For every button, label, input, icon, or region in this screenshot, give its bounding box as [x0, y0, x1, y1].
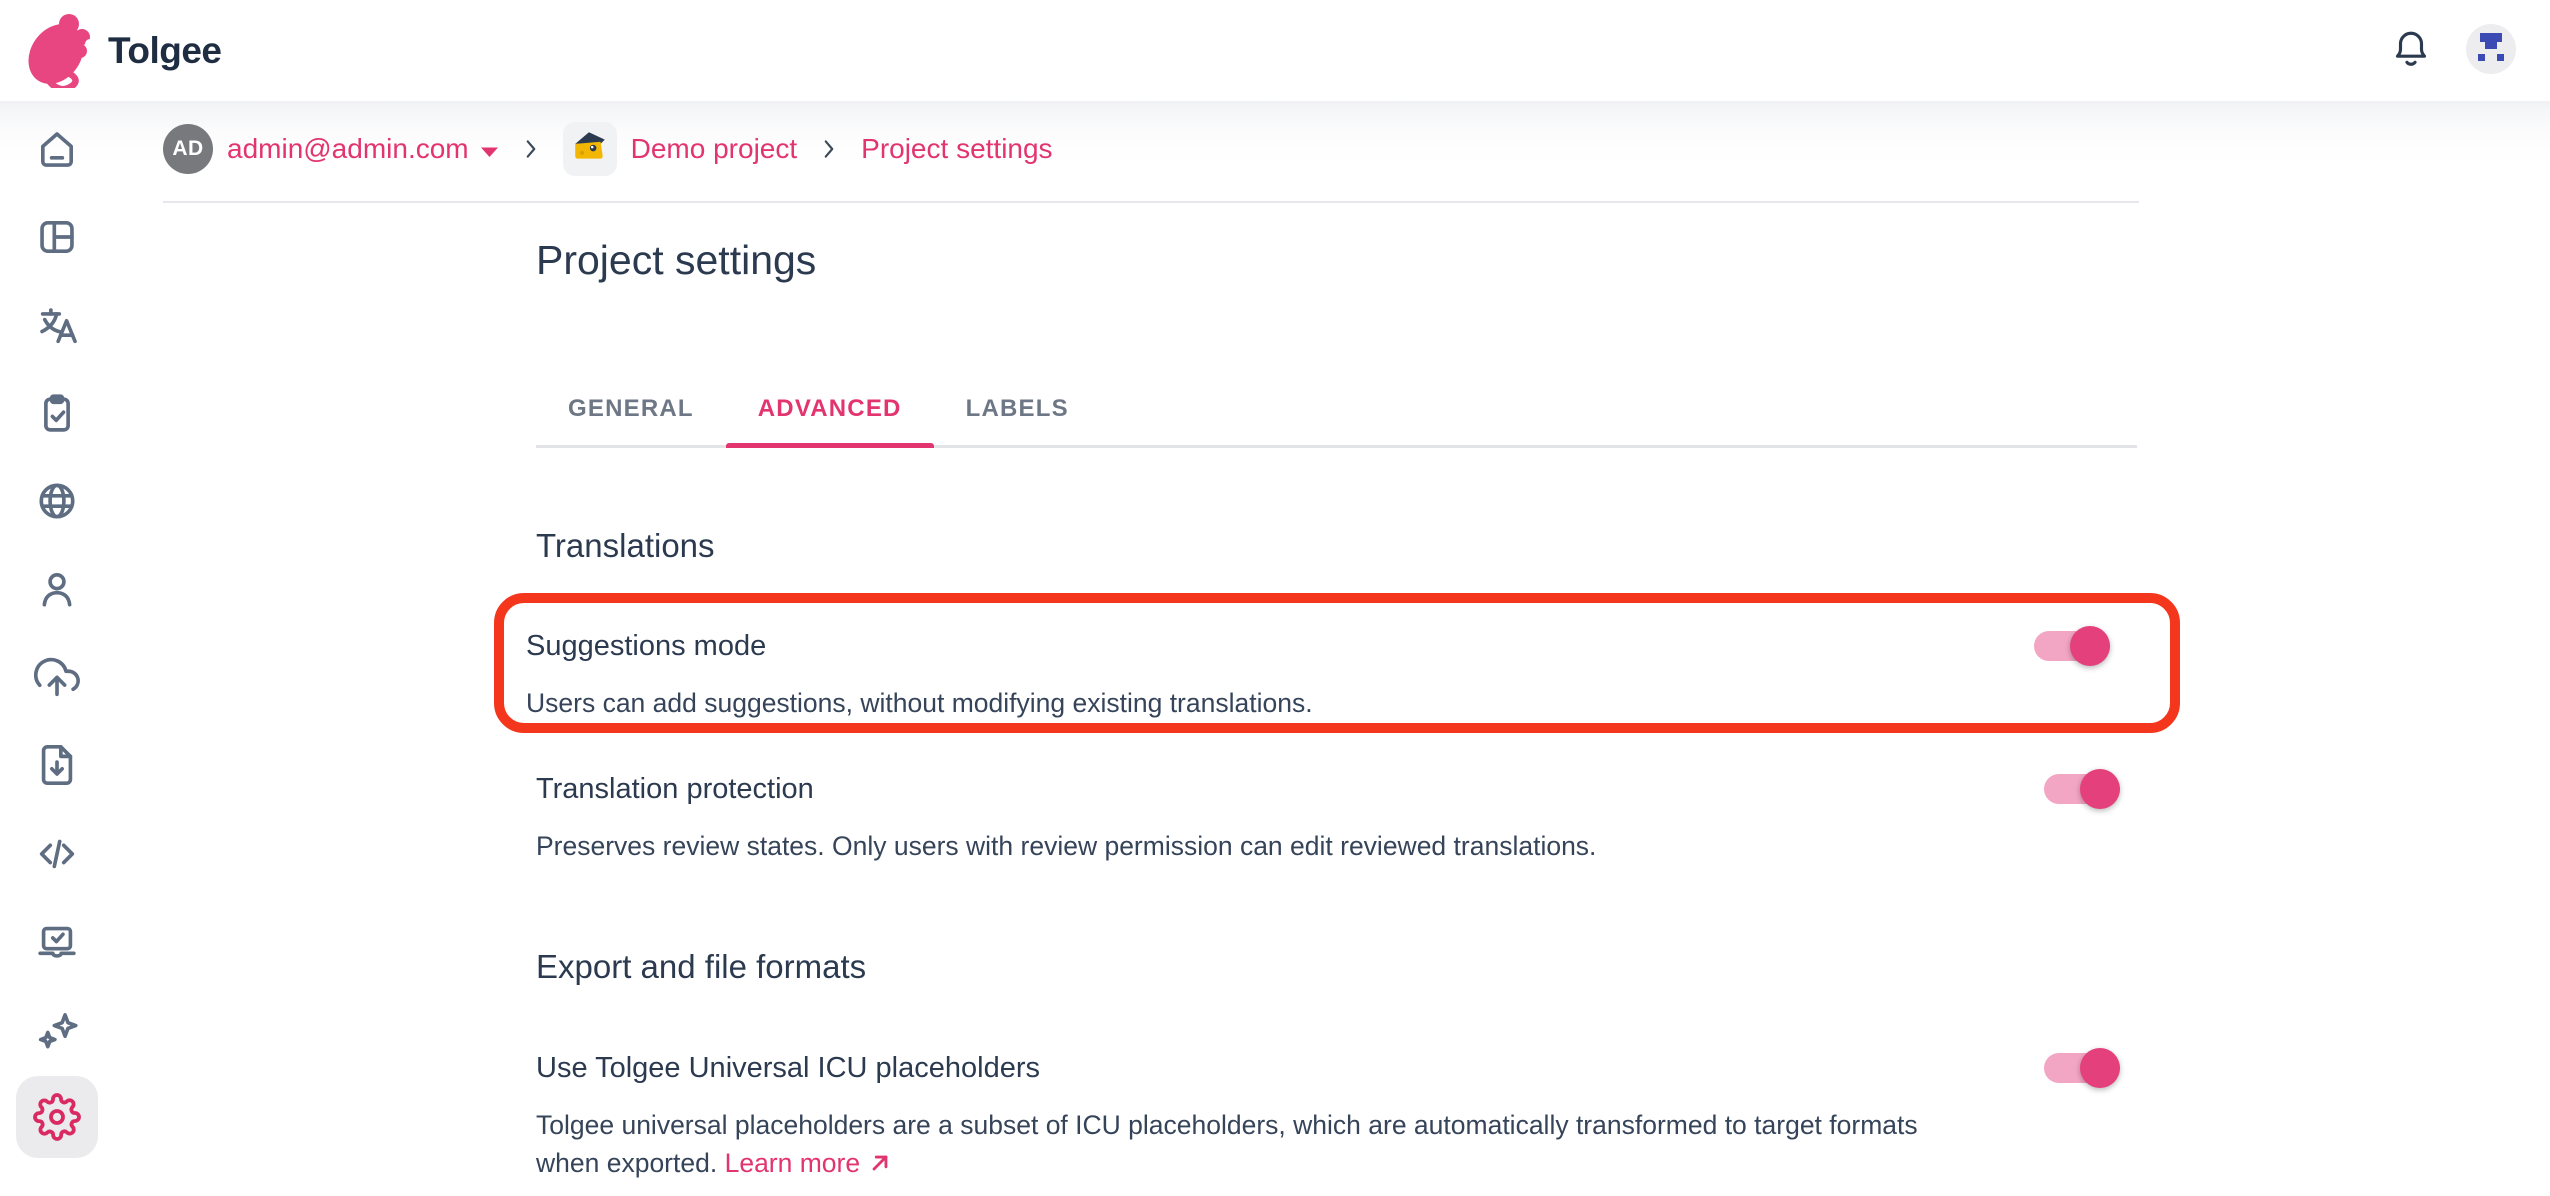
switch-knob [2070, 626, 2110, 666]
tolgee-mouse-icon [22, 8, 92, 93]
sidebar-item-integrate[interactable] [0, 809, 114, 897]
notifications-button[interactable] [2386, 23, 2436, 78]
switch-knob [2080, 769, 2120, 809]
sparkles-icon [16, 988, 98, 1070]
file-download-icon [16, 724, 98, 806]
laptop-check-icon [16, 900, 98, 982]
home-icon [16, 108, 98, 190]
sidebar-item-home[interactable] [0, 105, 114, 193]
project-avatar [563, 122, 617, 176]
switch-cell [2034, 626, 2110, 666]
section-heading-export: Export and file formats [536, 945, 2137, 989]
sidebar-item-export[interactable] [0, 721, 114, 809]
sidebar-item-languages[interactable] [0, 457, 114, 545]
globe-icon [16, 460, 98, 542]
gear-icon [16, 1076, 98, 1158]
breadcrumb-account[interactable]: admin@admin.com [227, 133, 499, 165]
sidebar-item-settings[interactable] [0, 1073, 114, 1161]
tabs: GENERAL ADVANCED LABELS [536, 373, 2137, 448]
setting-suggestions-mode: Suggestions mode Users can add suggestio… [526, 626, 2110, 722]
sidebar-item-developer[interactable] [0, 897, 114, 985]
switch-cell [2044, 769, 2120, 809]
annotation-highlight: Suggestions mode Users can add suggestio… [494, 593, 2180, 733]
sidebar-item-tasks[interactable] [0, 369, 114, 457]
translate-icon [16, 284, 98, 366]
setting-text: Translation protection Preserves review … [536, 769, 1596, 865]
main-area: AD admin@admin.com [114, 101, 2550, 1182]
setting-icu-placeholders: Use Tolgee Universal ICU placeholders To… [536, 1048, 2120, 1182]
setting-description: Preserves review states. Only users with… [536, 827, 1596, 865]
sidebar [0, 101, 114, 1196]
logo[interactable]: Tolgee [22, 8, 222, 93]
setting-label: Use Tolgee Universal ICU placeholders [536, 1048, 1986, 1088]
sidebar-item-import[interactable] [0, 633, 114, 721]
bell-icon [2390, 27, 2432, 74]
sidebar-item-dashboard[interactable] [0, 193, 114, 281]
sidebar-item-translations[interactable] [0, 281, 114, 369]
user-icon [16, 548, 98, 630]
tasks-icon [16, 372, 98, 454]
setting-description: Users can add suggestions, without modif… [526, 684, 1313, 722]
sidebar-item-ai[interactable] [0, 985, 114, 1073]
icu-placeholders-toggle[interactable] [2044, 1048, 2120, 1088]
translation-protection-toggle[interactable] [2044, 769, 2120, 809]
section-heading-translations: Translations [536, 524, 2137, 568]
setting-text: Use Tolgee Universal ICU placeholders To… [536, 1048, 1986, 1182]
setting-translation-protection: Translation protection Preserves review … [536, 769, 2120, 865]
learn-more-link[interactable]: Learn more [725, 1148, 894, 1178]
cheese-icon [571, 128, 609, 171]
breadcrumb-account-label: admin@admin.com [227, 133, 469, 165]
code-icon [16, 812, 98, 894]
cloud-upload-icon [16, 636, 98, 718]
caret-down-icon [480, 133, 499, 165]
suggestions-mode-toggle[interactable] [2034, 626, 2110, 666]
settings-content: Project settings GENERAL ADVANCED LABELS… [536, 231, 2137, 1182]
setting-description: Tolgee universal placeholders are a subs… [536, 1106, 1986, 1182]
identicon-avatar-icon [2466, 24, 2516, 77]
chevron-right-icon [518, 136, 544, 162]
breadcrumb: AD admin@admin.com [163, 123, 2550, 175]
sidebar-item-members[interactable] [0, 545, 114, 633]
switch-knob [2080, 1048, 2120, 1088]
setting-text: Suggestions mode Users can add suggestio… [526, 626, 1313, 722]
breadcrumb-page[interactable]: Project settings [861, 133, 1052, 165]
tab-general[interactable]: GENERAL [536, 373, 726, 445]
dashboard-icon [16, 196, 98, 278]
logo-text: Tolgee [108, 30, 222, 72]
setting-label: Suggestions mode [526, 626, 1313, 666]
tab-advanced[interactable]: ADVANCED [726, 373, 934, 445]
chevron-right-icon [816, 136, 842, 162]
top-actions [2386, 20, 2520, 81]
top-bar: Tolgee [0, 0, 2550, 101]
tab-labels[interactable]: LABELS [934, 373, 1101, 445]
switch-cell [2044, 1048, 2120, 1088]
account-avatar: AD [163, 124, 213, 174]
breadcrumb-project[interactable]: Demo project [631, 133, 798, 165]
page-title: Project settings [536, 231, 2137, 289]
user-menu-button[interactable] [2462, 20, 2520, 81]
external-link-arrow-icon [860, 1148, 893, 1178]
breadcrumb-divider [163, 201, 2139, 203]
setting-label: Translation protection [536, 769, 1596, 809]
